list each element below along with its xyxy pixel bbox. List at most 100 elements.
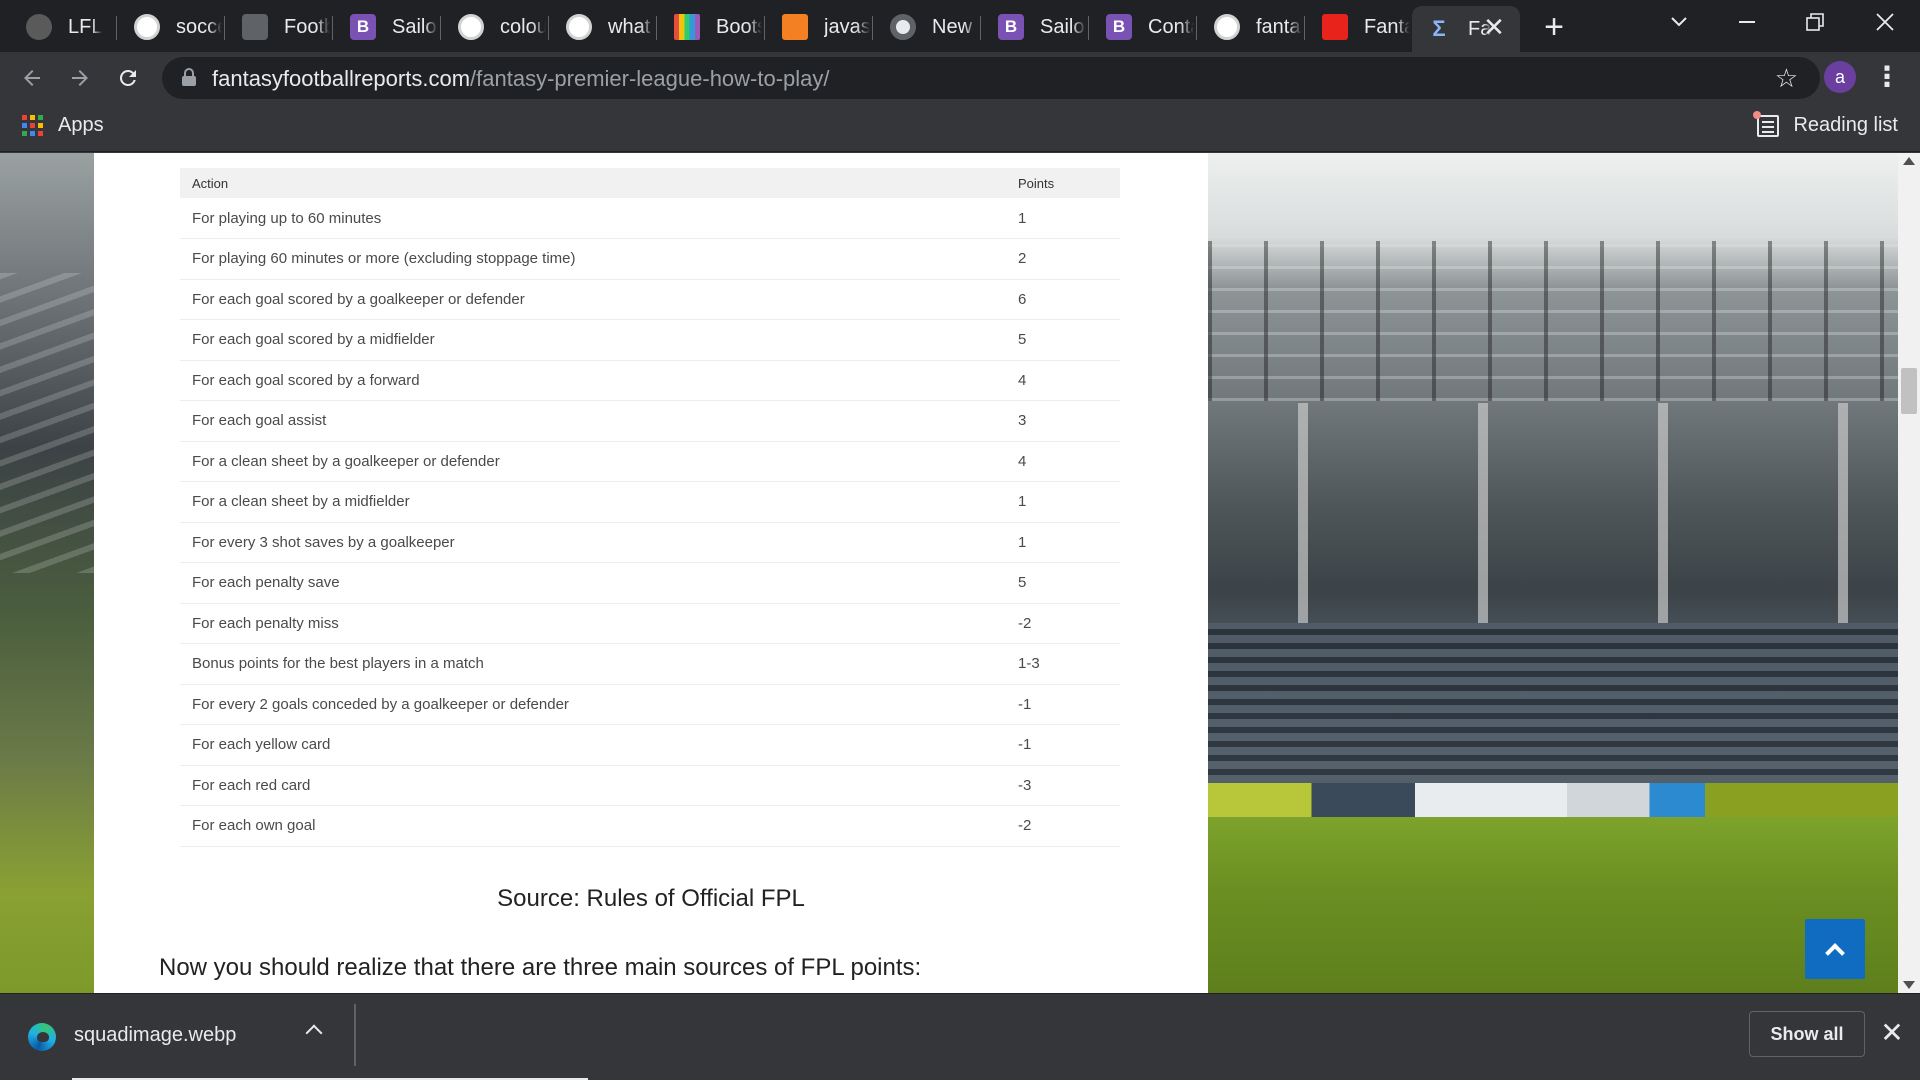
- action-cell: For every 3 shot saves by a goalkeeper: [180, 522, 1006, 563]
- browser-tab[interactable]: B Conta: [1088, 6, 1194, 48]
- scroll-up-arrow-icon[interactable]: [1903, 157, 1915, 165]
- tab-title: fantas: [1256, 15, 1302, 38]
- browser-tab[interactable]: javasc: [764, 6, 870, 48]
- browser-tab[interactable]: soccer: [116, 6, 222, 48]
- scrollbar-thumb[interactable]: [1901, 368, 1917, 414]
- url-path: /fantasy-premier-league-how-to-play/: [470, 66, 830, 91]
- browser-toolbar: fantasyfootballreports.com/fantasy-premi…: [0, 52, 1920, 104]
- table-row: Bonus points for the best players in a m…: [180, 643, 1120, 685]
- points-cell: 6: [1006, 279, 1120, 320]
- back-to-top-button[interactable]: [1805, 919, 1865, 979]
- tab-title: LFL: [68, 15, 103, 38]
- tab-title: Footb: [284, 15, 330, 38]
- action-cell: Bonus points for the best players in a m…: [180, 643, 1006, 685]
- header-action: Action: [192, 175, 229, 191]
- profile-avatar[interactable]: a: [1824, 61, 1856, 93]
- reading-list-icon: [1753, 110, 1780, 137]
- url-text[interactable]: fantasyfootballreports.com/fantasy-premi…: [212, 66, 830, 92]
- new-tab-button[interactable]: +: [1536, 10, 1572, 46]
- action-cell: For playing 60 minutes or more (excludin…: [180, 238, 1006, 280]
- browser-tab[interactable]: colour: [440, 6, 546, 48]
- reload-button[interactable]: [108, 58, 148, 98]
- action-cell: For playing up to 60 minutes: [180, 198, 1006, 239]
- browser-tab[interactable]: B Sailor: [332, 6, 438, 48]
- table-row: For each goal scored by a midfielder 5: [180, 319, 1120, 361]
- sigma-icon: Σ: [1432, 16, 1446, 41]
- points-cell: 3: [1006, 400, 1120, 442]
- address-bar[interactable]: fantasyfootballreports.com/fantasy-premi…: [162, 57, 1820, 99]
- reload-icon: [119, 69, 136, 86]
- action-cell: For each goal scored by a midfielder: [180, 319, 1006, 361]
- action-cell: For each goal scored by a goalkeeper or …: [180, 279, 1006, 320]
- page-scrollbar[interactable]: [1898, 153, 1920, 993]
- lfl-logo-icon: [26, 14, 52, 40]
- bookmark-star-icon[interactable]: ☆: [1775, 63, 1798, 94]
- action-cell: For every 2 goals conceded by a goalkeep…: [180, 684, 1006, 725]
- points-cell: -3: [1006, 765, 1120, 806]
- reading-list-button[interactable]: Reading list: [1753, 110, 1898, 137]
- show-all-button[interactable]: Show all: [1749, 1011, 1865, 1057]
- browser-tab[interactable]: B Sailor: [980, 6, 1086, 48]
- table-row: For each own goal -2: [180, 805, 1120, 847]
- forward-button[interactable]: [60, 58, 100, 98]
- table-row: For each yellow card -1: [180, 724, 1120, 766]
- browser-tab[interactable]: fantas: [1196, 6, 1302, 48]
- tab-title: Sailor: [1040, 15, 1086, 38]
- points-cell: 1: [1006, 481, 1120, 523]
- table-row: For a clean sheet by a goalkeeper or def…: [180, 441, 1120, 482]
- tab-search-icon[interactable]: [1646, 0, 1712, 44]
- tab-title: Sailor: [392, 15, 438, 38]
- chevron-up-icon[interactable]: [305, 1024, 323, 1042]
- browser-tab[interactable]: Fanta: [1304, 6, 1410, 48]
- scroll-down-arrow-icon[interactable]: [1903, 981, 1915, 989]
- browser-tab[interactable]: New T: [872, 6, 978, 48]
- close-tab-icon[interactable]: ✕: [1482, 14, 1506, 40]
- browser-tab[interactable]: Boots: [656, 6, 762, 48]
- close-window-icon[interactable]: [1852, 0, 1918, 44]
- bootstrap-icon: B: [1106, 14, 1132, 40]
- google-icon: [1214, 14, 1240, 40]
- browser-tab[interactable]: Footb: [224, 6, 330, 48]
- points-cell: 1-3: [1006, 643, 1120, 685]
- tab-title: soccer: [176, 15, 222, 38]
- points-cell: 1: [1006, 522, 1120, 563]
- close-shelf-icon[interactable]: ✕: [1878, 1019, 1906, 1048]
- back-arrow-icon: [24, 70, 40, 86]
- points-cell: 1: [1006, 198, 1120, 239]
- apps-shortcut[interactable]: Apps: [22, 114, 104, 137]
- url-host: fantasyfootballreports.com: [212, 66, 471, 91]
- table-header-row: Action Points: [180, 168, 1120, 198]
- page-viewport: Action Points For playing up to 60 minut…: [0, 153, 1920, 993]
- action-cell: For each penalty miss: [180, 603, 1006, 644]
- article-content: Action Points For playing up to 60 minut…: [94, 153, 1208, 993]
- lock-icon[interactable]: [182, 68, 196, 86]
- bootstrap-icon: B: [350, 14, 376, 40]
- browser-tab[interactable]: LFL: [8, 6, 114, 48]
- table-row: For each goal scored by a forward 4: [180, 360, 1120, 401]
- stackoverflow-icon: [782, 14, 808, 40]
- download-file-name[interactable]: squadimage.webp: [74, 1024, 236, 1047]
- browser-tab[interactable]: Σ Fa ✕: [1412, 6, 1520, 52]
- tab-title: Boots: [716, 15, 762, 38]
- minimize-icon[interactable]: [1714, 0, 1780, 44]
- football-icon: [242, 14, 268, 40]
- google-icon: [134, 14, 160, 40]
- action-cell: For a clean sheet by a midfielder: [180, 481, 1006, 523]
- restore-icon[interactable]: [1782, 0, 1848, 44]
- points-cell: 4: [1006, 441, 1120, 482]
- browser-tab[interactable]: what i: [548, 6, 654, 48]
- table-row: For playing up to 60 minutes 1: [180, 198, 1120, 239]
- apps-grid-icon: [22, 114, 44, 137]
- edge-file-icon: [28, 1023, 56, 1051]
- action-cell: For each penalty save: [180, 562, 1006, 604]
- table-row: For each penalty save 5: [180, 562, 1120, 604]
- tab-title: what i: [608, 15, 654, 38]
- article-paragraph: Now you should realize that there are th…: [159, 954, 922, 981]
- points-cell: -1: [1006, 724, 1120, 766]
- browser-menu-icon[interactable]: ⋮: [1872, 60, 1902, 96]
- tab-title: Fanta: [1364, 15, 1410, 38]
- back-button[interactable]: [12, 58, 52, 98]
- download-item[interactable]: squadimage.webp: [0, 994, 354, 1074]
- table-row: For every 2 goals conceded by a goalkeep…: [180, 684, 1120, 725]
- action-cell: For a clean sheet by a goalkeeper or def…: [180, 441, 1006, 482]
